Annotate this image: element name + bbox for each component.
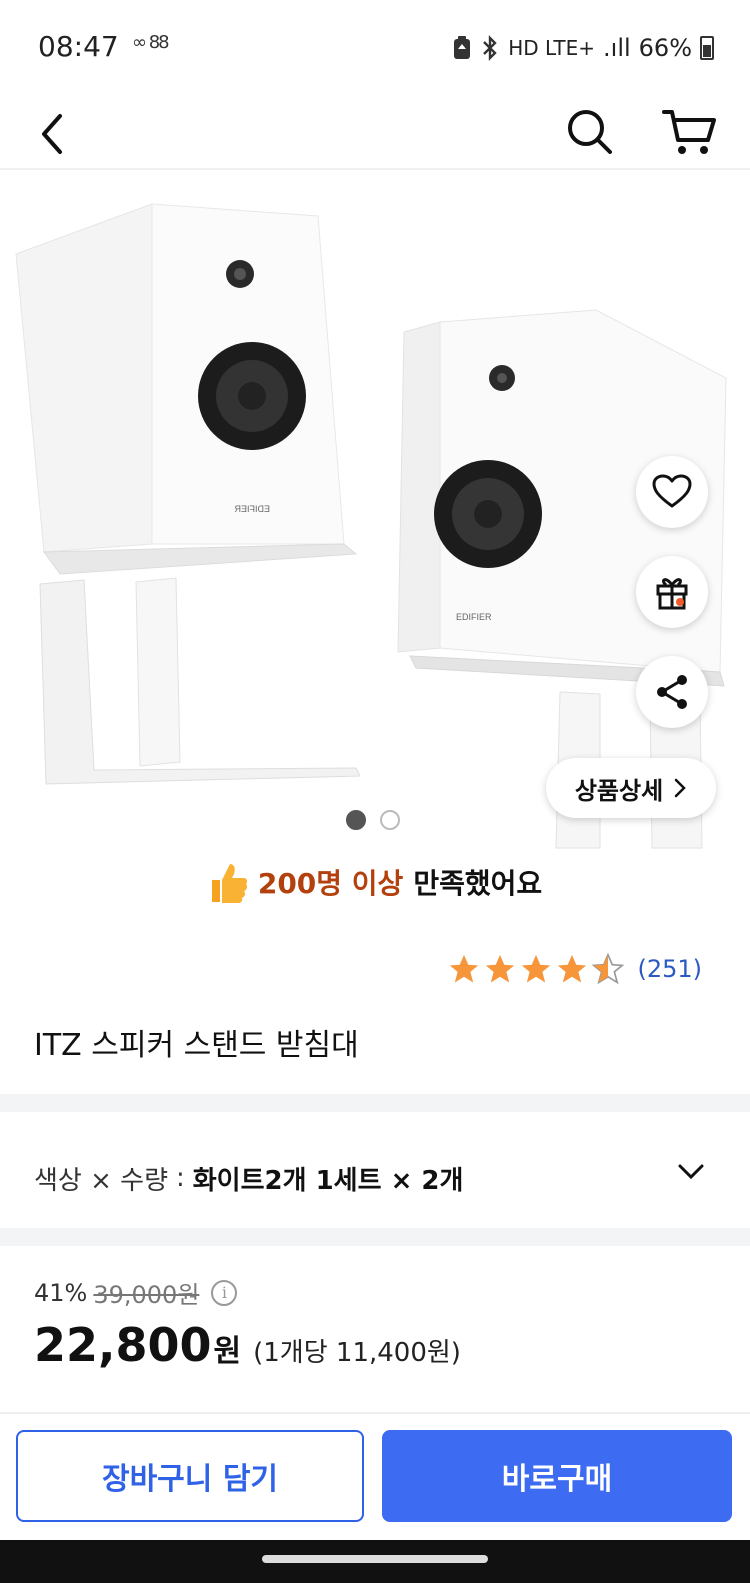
- buy-now-button[interactable]: 바로구매: [382, 1430, 732, 1522]
- thumbs-up-icon: [211, 864, 247, 903]
- network-type: HD LTE+: [508, 36, 596, 60]
- cart-button[interactable]: [660, 100, 720, 160]
- product-title: ITZ 스피커 스탠드 받침대: [34, 1028, 359, 1063]
- sale-price-unit: 원: [213, 1334, 242, 1369]
- section-divider: [0, 1228, 750, 1246]
- battery-level: 66%: [638, 34, 692, 62]
- section-divider: [0, 1094, 750, 1112]
- status-indicators: HD LTE+ .ıll 66%: [452, 30, 714, 66]
- purchase-bar: 장바구니 담기 바로구매: [0, 1412, 750, 1540]
- discount-row: 41% 39,000원 i: [34, 1275, 724, 1310]
- share-icon: [657, 675, 687, 709]
- option-value: 화이트2개 1세트 × 2개: [192, 1165, 464, 1196]
- system-nav-bar: [0, 1540, 750, 1583]
- signal-icon: .ıll: [603, 34, 631, 62]
- wishlist-button[interactable]: [636, 456, 708, 528]
- speaker-brand-mirrored: EDIFIER: [234, 504, 270, 514]
- option-label: 색상 × 수량: [34, 1165, 168, 1196]
- product-detail-label: 상품상세: [574, 776, 664, 805]
- status-time: 08:47: [38, 30, 119, 63]
- star-icon: [450, 954, 479, 983]
- heart-icon: [652, 474, 692, 508]
- chevron-left-icon: [42, 114, 62, 154]
- speaker-brand: EDIFIER: [456, 612, 492, 622]
- sale-price: 22,800: [34, 1318, 212, 1372]
- star-rating: [447, 952, 625, 986]
- carousel-dot-2[interactable]: [380, 810, 400, 830]
- review-count-link[interactable]: (251): [637, 955, 702, 983]
- search-icon: [568, 110, 612, 154]
- satisfaction-count: 200명 이상: [257, 867, 404, 900]
- half-star-icon: [592, 952, 625, 985]
- product-image: EDIFIER EDIFIER: [15, 203, 727, 849]
- carousel-indicator: [346, 810, 400, 830]
- star-icon: [558, 954, 587, 983]
- share-button[interactable]: [636, 656, 708, 728]
- star-icon: [486, 954, 515, 983]
- battery-icon: [700, 36, 714, 60]
- recycle-icon: [454, 36, 471, 59]
- bluetooth-icon: [483, 35, 497, 61]
- option-selector[interactable]: 색상 × 수량 : 화이트2개 1세트 × 2개: [0, 1128, 750, 1228]
- star-icon: [522, 954, 551, 983]
- product-image-carousel[interactable]: EDIFIER EDIFIER: [0, 172, 750, 852]
- info-icon[interactable]: i: [211, 1279, 238, 1306]
- satisfaction-text: 만족했어요: [413, 867, 543, 900]
- home-handle[interactable]: [262, 1555, 488, 1563]
- carousel-dot-1[interactable]: [346, 810, 366, 830]
- discount-rate: 41%: [34, 1278, 88, 1307]
- original-price: 39,000원: [93, 1281, 200, 1309]
- back-button[interactable]: [30, 102, 80, 162]
- gift-icon: [656, 578, 688, 610]
- status-notification-icons: ∞ 88: [132, 32, 170, 53]
- chevron-down-icon: [678, 1164, 704, 1180]
- option-colon: :: [176, 1163, 185, 1193]
- chevron-right-icon: [674, 778, 686, 798]
- satisfaction-banner: 200명 이상 만족했어요: [0, 852, 750, 912]
- sale-price-row: 22,800 원 (1개당 11,400원): [34, 1318, 724, 1372]
- unit-price: (1개당 11,400원): [253, 1338, 461, 1368]
- product-detail-button[interactable]: 상품상세: [546, 758, 716, 818]
- search-button[interactable]: [562, 100, 618, 160]
- gift-button[interactable]: [636, 556, 708, 628]
- rating-summary[interactable]: (251): [447, 952, 702, 986]
- cart-icon: [662, 110, 716, 154]
- add-to-cart-button[interactable]: 장바구니 담기: [16, 1430, 364, 1522]
- top-header: [0, 92, 750, 170]
- status-bar: 08:47 ∞ 88 HD LTE+ .ıll 66%: [0, 0, 750, 92]
- price-section: 41% 39,000원 i 22,800 원 (1개당 11,400원): [34, 1275, 724, 1373]
